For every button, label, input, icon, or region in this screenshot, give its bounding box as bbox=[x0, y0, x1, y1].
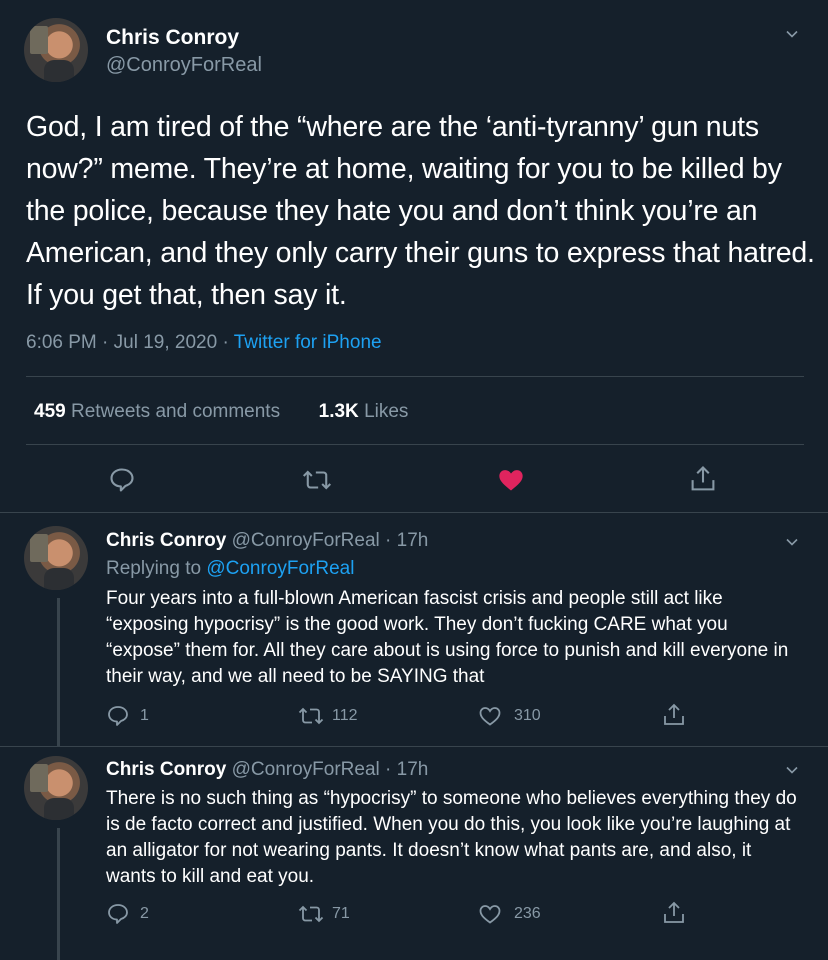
chevron-down-icon[interactable] bbox=[786, 536, 798, 548]
reply-age: 17h bbox=[396, 759, 429, 780]
retweets-count: 459 bbox=[34, 401, 66, 422]
tweet-text: God, I am tired of the “where are the ‘a… bbox=[26, 111, 815, 311]
author-handle[interactable]: @ConroyForReal bbox=[232, 530, 380, 551]
likes-label: Likes bbox=[364, 401, 409, 422]
thread-line bbox=[57, 828, 60, 960]
tweet-meta: 6:06 PM · Jul 19, 2020 · Twitter for iPh… bbox=[26, 332, 382, 354]
reply-header: Chris Conroy @ConroyForReal · 17h bbox=[106, 530, 429, 551]
like-count: 236 bbox=[514, 905, 541, 922]
tweet-stats: 459 Retweets and comments 1.3K Likes bbox=[34, 401, 408, 423]
comment-count: 1 bbox=[140, 707, 149, 724]
share-icon[interactable] bbox=[689, 464, 717, 494]
comment-icon[interactable] bbox=[108, 466, 136, 494]
tweet-divider bbox=[0, 746, 828, 747]
meta-separator: · bbox=[222, 332, 229, 353]
heart-icon[interactable] bbox=[497, 466, 525, 494]
replying-label: Replying to bbox=[106, 558, 202, 579]
author-name[interactable]: Chris Conroy bbox=[106, 759, 226, 780]
retweet-icon[interactable] bbox=[302, 466, 332, 494]
like-count: 310 bbox=[514, 707, 541, 724]
tweet-time: 6:06 PM bbox=[26, 332, 97, 353]
retweets-stat[interactable]: 459 Retweets and comments bbox=[34, 401, 285, 422]
divider bbox=[26, 376, 804, 377]
likes-count: 1.3K bbox=[318, 401, 359, 422]
retweet-icon[interactable] bbox=[298, 704, 324, 728]
chevron-down-icon[interactable] bbox=[786, 764, 798, 776]
main-tweet: Chris Conroy @ConroyForReal God, I am ti… bbox=[0, 0, 828, 512]
tweet-source[interactable]: Twitter for iPhone bbox=[234, 332, 382, 353]
share-icon[interactable] bbox=[662, 702, 686, 728]
likes-stat[interactable]: 1.3K Likes bbox=[319, 401, 409, 422]
author-handle[interactable]: @ConroyForReal bbox=[232, 759, 380, 780]
author-handle[interactable]: @ConroyForReal bbox=[106, 54, 262, 77]
comment-icon[interactable] bbox=[106, 902, 130, 926]
tweet-divider bbox=[0, 512, 828, 513]
reply-header: Chris Conroy @ConroyForReal · 17h bbox=[106, 759, 429, 780]
author-name[interactable]: Chris Conroy bbox=[106, 530, 226, 551]
reply-age: 17h bbox=[396, 530, 429, 551]
chevron-down-icon[interactable] bbox=[786, 28, 798, 40]
comment-count: 2 bbox=[140, 905, 149, 922]
replying-handle[interactable]: @ConroyForReal bbox=[206, 558, 354, 579]
thread-line bbox=[57, 598, 60, 746]
author-name[interactable]: Chris Conroy bbox=[106, 26, 239, 50]
reply-text: Four years into a full-blown American fa… bbox=[106, 588, 789, 687]
share-icon[interactable] bbox=[662, 900, 686, 926]
avatar[interactable] bbox=[24, 756, 88, 820]
reply-text: There is no such thing as “hypocrisy” to… bbox=[106, 788, 797, 887]
comment-icon[interactable] bbox=[106, 704, 130, 728]
divider bbox=[26, 444, 804, 445]
retweets-label: Retweets and comments bbox=[70, 401, 281, 422]
retweet-count: 112 bbox=[332, 707, 358, 724]
retweet-icon[interactable] bbox=[298, 902, 324, 926]
heart-icon[interactable] bbox=[478, 902, 502, 926]
heart-icon[interactable] bbox=[478, 704, 502, 728]
tweet-date[interactable]: Jul 19, 2020 bbox=[114, 332, 218, 353]
replying-to: Replying to @ConroyForReal bbox=[106, 558, 354, 580]
avatar[interactable] bbox=[24, 18, 88, 82]
retweet-count: 71 bbox=[332, 905, 350, 922]
meta-separator: · bbox=[102, 332, 109, 353]
avatar[interactable] bbox=[24, 526, 88, 590]
